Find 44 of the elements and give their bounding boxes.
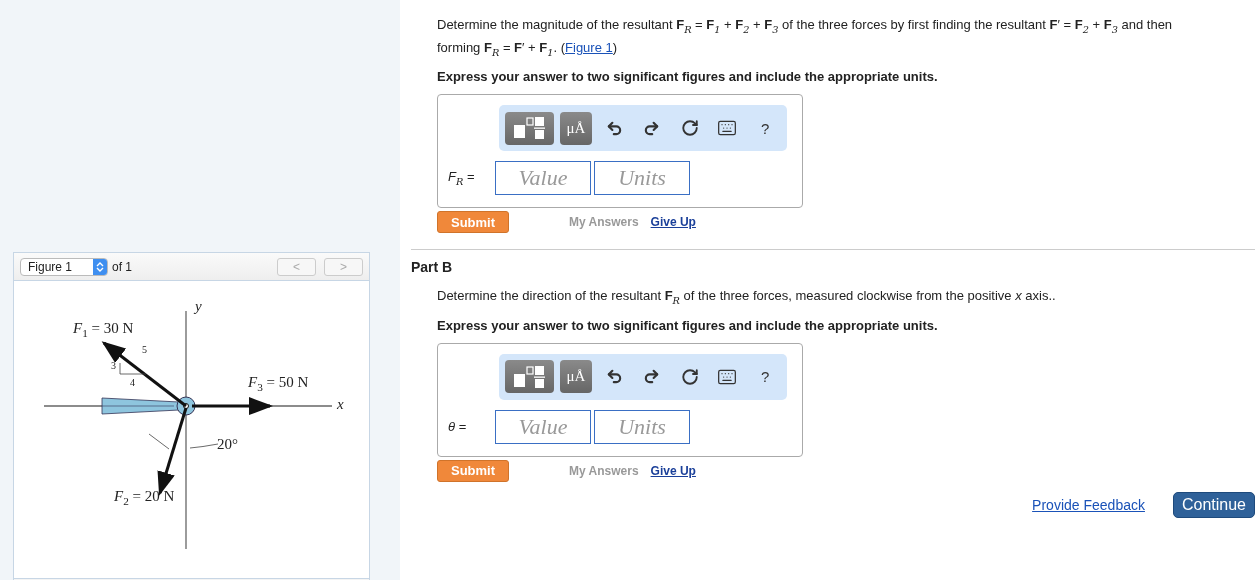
part-heading: Part B — [411, 249, 1255, 276]
redo-icon — [643, 119, 661, 137]
value-field[interactable]: Value — [495, 161, 591, 196]
slope-label: 4 — [130, 378, 135, 388]
template-icon — [512, 116, 547, 141]
redo-icon — [643, 368, 661, 386]
force-label: F$_{3}$ = 50 N — [248, 375, 309, 394]
force-label: F$_{2}$ = 20 N — [114, 489, 175, 508]
template-icon — [512, 364, 547, 389]
slope-label: 5 — [142, 345, 147, 355]
undo-icon — [605, 368, 623, 386]
reset-icon — [680, 119, 699, 138]
help-button[interactable]: ? — [749, 116, 781, 141]
units-button[interactable]: μÅ — [559, 360, 593, 394]
axis-label: x — [337, 397, 344, 412]
angle-arc — [148, 433, 170, 450]
question-text: Determine the direction of the resultant F$_{R}$ of the three forces, measured clockwise from the positive x axis.. — [437, 287, 1057, 308]
give-up-link[interactable]: Give Up — [650, 215, 696, 230]
templates-button[interactable] — [505, 360, 554, 394]
units-field[interactable]: Units — [594, 161, 690, 196]
instruction-text: Express your answer to two significant figures and include the appropriate units. — [437, 69, 939, 85]
feedback-link[interactable]: Provide Feedback — [1032, 496, 1145, 513]
figure-link[interactable]: Figure 1 — [565, 39, 613, 55]
templates-button[interactable] — [505, 111, 554, 145]
value-field[interactable]: Value — [495, 409, 591, 444]
slope-label: 3 — [111, 361, 116, 371]
updown-icon — [93, 258, 107, 275]
undo-icon — [605, 119, 623, 137]
answer-label: θ = — [448, 419, 468, 435]
question-text: Determine the magnitude of the resultant F$_{R}$ = F$_{1}$ + F$_{2}$ + F$_{3}$ of the three forces by first finding the resultant F′ = F$_{2}$ + F$_{3}$ and then forming F$_{R}$ = F′ + F$_{1}$. (Figure 1) — [437, 16, 1174, 60]
units-button[interactable]: μÅ — [559, 111, 593, 145]
figure-count: of 1 — [112, 259, 132, 274]
reset-icon — [680, 367, 699, 386]
angle-arc — [189, 443, 219, 449]
give-up-link[interactable]: Give Up — [650, 463, 696, 478]
continue-button[interactable]: Continue — [1172, 491, 1255, 518]
answer-label: F$_{R}$ = — [448, 169, 476, 187]
axis-label: y — [195, 299, 202, 314]
force-label: F$_{1}$ = 30 N — [73, 321, 134, 340]
angle-label: 20° — [217, 437, 238, 452]
figure-select[interactable]: Figure 1 — [20, 257, 108, 276]
units-field[interactable]: Units — [594, 409, 690, 444]
instruction-text: Express your answer to two significant figures and include the appropriate units. — [437, 317, 939, 333]
help-button[interactable]: ? — [749, 364, 781, 389]
